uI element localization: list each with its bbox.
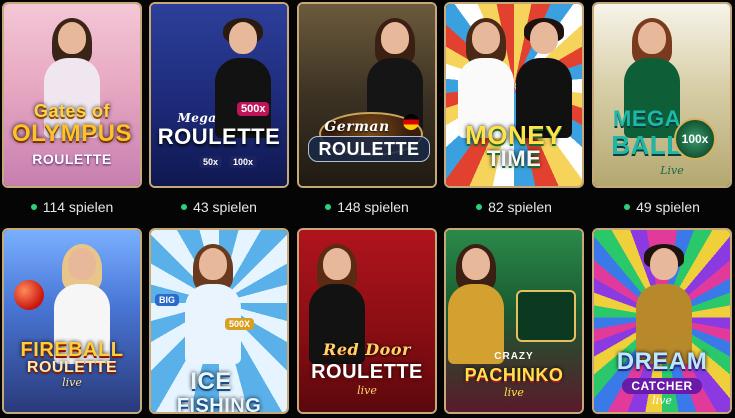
game-subtitle: live (62, 376, 82, 389)
game-card-mega-ball[interactable]: MEGA BALL 100x Live (592, 2, 732, 188)
player-count: 114 spielen (2, 199, 142, 215)
dealer-image (454, 18, 518, 138)
player-count: 148 spielen (297, 199, 437, 215)
game-title-line2: ROULETTE (26, 359, 118, 376)
player-count: 43 spielen (149, 199, 289, 215)
game-title-line2: FISHING (176, 395, 262, 414)
fireball-icon (14, 280, 44, 310)
multiplier-badge: 50x (199, 156, 223, 168)
game-subtitle: ROULETTE (32, 151, 112, 167)
dealer-image (446, 244, 508, 364)
player-count: 49 spielen (592, 199, 732, 215)
multiplier-badge: BIG (155, 294, 180, 306)
dealer-image (512, 18, 576, 138)
game-card-fireball-roulette[interactable]: FIREBALL ROULETTE live (2, 228, 142, 414)
game-title-line1: Mega (177, 111, 217, 125)
live-indicator-dot (181, 204, 188, 211)
game-subtitle: live (504, 386, 524, 399)
game-title-line2: ROULETTE (308, 136, 430, 162)
game-title-line1: FIREBALL (20, 339, 124, 361)
game-grid: Gates of OLYMPUS ROULETTE 500x Mega ROUL… (0, 0, 735, 418)
game-title-line2: TIME (486, 146, 542, 171)
game-title-line2: ROULETTE (157, 124, 281, 149)
multiplier-badge: 100x (229, 156, 258, 168)
game-card-mega-roulette[interactable]: 500x Mega ROULETTE 50x 100x (149, 2, 289, 188)
player-count: 82 spielen (444, 199, 584, 215)
game-card-ice-fishing[interactable]: BIG 500X ICE FISHING (149, 228, 289, 414)
dealer-image (632, 244, 696, 364)
game-card-dream-catcher[interactable]: DREAM CATCHER live (592, 228, 732, 414)
game-subtitle: live (357, 384, 377, 397)
game-card-red-door-roulette[interactable]: Red Door ROULETTE live (297, 228, 437, 414)
pachinko-machine (516, 290, 576, 342)
multiplier-badge: 500X (225, 318, 255, 330)
game-title-line1: Red Door (323, 340, 411, 359)
germany-flag-icon (403, 114, 419, 130)
game-card-gates-of-olympus-roulette[interactable]: Gates of OLYMPUS ROULETTE (2, 2, 142, 188)
game-title-line1: MONEY (465, 120, 563, 150)
game-title-line1: CRAZY (494, 351, 534, 362)
game-title-line2: OLYMPUS (12, 120, 132, 147)
game-card-german-roulette[interactable]: German ROULETTE (297, 2, 437, 188)
game-title-line2: PACHINKO (464, 365, 564, 385)
game-subtitle: Live (660, 164, 684, 177)
live-indicator-dot (30, 204, 37, 211)
game-title-line1: ICE (190, 368, 232, 395)
live-indicator-dot (325, 204, 332, 211)
dealer-image (181, 244, 245, 364)
live-indicator-dot (624, 204, 631, 211)
game-title-line1: DREAM (616, 348, 708, 375)
game-card-money-time[interactable]: MONEY TIME (444, 2, 584, 188)
game-subtitle: live (652, 394, 672, 407)
game-title-line2: ROULETTE (311, 361, 423, 383)
game-card-crazy-pachinko[interactable]: CRAZY PACHINKO live (444, 228, 584, 414)
live-indicator-dot (476, 204, 483, 211)
game-title-line1: Gates of (33, 101, 111, 121)
ball-multiplier-badge: 100x (674, 118, 716, 160)
game-title-line2: CATCHER (622, 378, 702, 394)
